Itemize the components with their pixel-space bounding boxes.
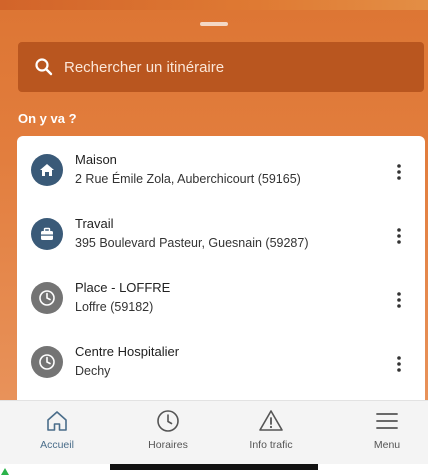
place-name: Centre Hospitalier <box>75 344 180 359</box>
nav-item-info-trafic[interactable]: Info trafic <box>226 401 316 465</box>
nav-label: Info trafic <box>249 439 293 451</box>
nav-label: Horaires <box>148 439 188 451</box>
nav-item-accueil[interactable]: Accueil <box>12 401 102 465</box>
clock-outline-icon <box>157 410 179 432</box>
nav-item-menu[interactable]: Menu <box>342 401 428 465</box>
place-item-centre-hospitalier[interactable]: Centre Hospitalier Dechy <box>17 332 425 396</box>
place-address: Loffre (59182) <box>75 300 154 314</box>
place-name: Place - LOFFRE <box>75 280 171 295</box>
search-icon <box>35 58 53 76</box>
more-options-icon[interactable] <box>391 288 407 312</box>
search-placeholder: Rechercher un itinéraire <box>64 58 225 76</box>
clock-icon <box>31 282 63 314</box>
status-bar <box>0 0 428 10</box>
warning-icon <box>259 410 283 431</box>
nav-label: Accueil <box>40 439 74 451</box>
hamburger-icon <box>376 413 398 429</box>
home-indicator[interactable] <box>110 464 318 470</box>
search-bar[interactable]: Rechercher un itinéraire <box>18 42 424 92</box>
briefcase-icon <box>31 218 63 250</box>
nav-label: Menu <box>373 439 401 451</box>
more-options-icon[interactable] <box>391 160 407 184</box>
section-title: On y va ? <box>18 111 77 126</box>
place-item-loffre[interactable]: Place - LOFFRE Loffre (59182) <box>17 268 425 332</box>
places-card: Maison 2 Rue Émile Zola, Auberchicourt (… <box>17 136 425 400</box>
home-icon <box>31 154 63 186</box>
place-name: Travail <box>75 216 114 231</box>
notification-icon <box>1 468 9 475</box>
place-name: Maison <box>75 152 117 167</box>
clock-icon <box>31 346 63 378</box>
place-address: 2 Rue Émile Zola, Auberchicourt (59165) <box>75 172 301 186</box>
place-address: Dechy <box>75 364 111 378</box>
nav-item-horaires[interactable]: Horaires <box>123 401 213 465</box>
place-address: 395 Boulevard Pasteur, Guesnain (59287) <box>75 236 309 250</box>
drag-handle[interactable] <box>200 22 228 26</box>
more-options-icon[interactable] <box>391 224 407 248</box>
place-item-travail[interactable]: Travail 395 Boulevard Pasteur, Guesnain … <box>17 204 425 268</box>
home-outline-icon <box>47 411 67 431</box>
bottom-navigation: Accueil Horaires Info trafic Menu <box>0 400 428 464</box>
place-item-maison[interactable]: Maison 2 Rue Émile Zola, Auberchicourt (… <box>17 140 425 204</box>
more-options-icon[interactable] <box>391 352 407 376</box>
